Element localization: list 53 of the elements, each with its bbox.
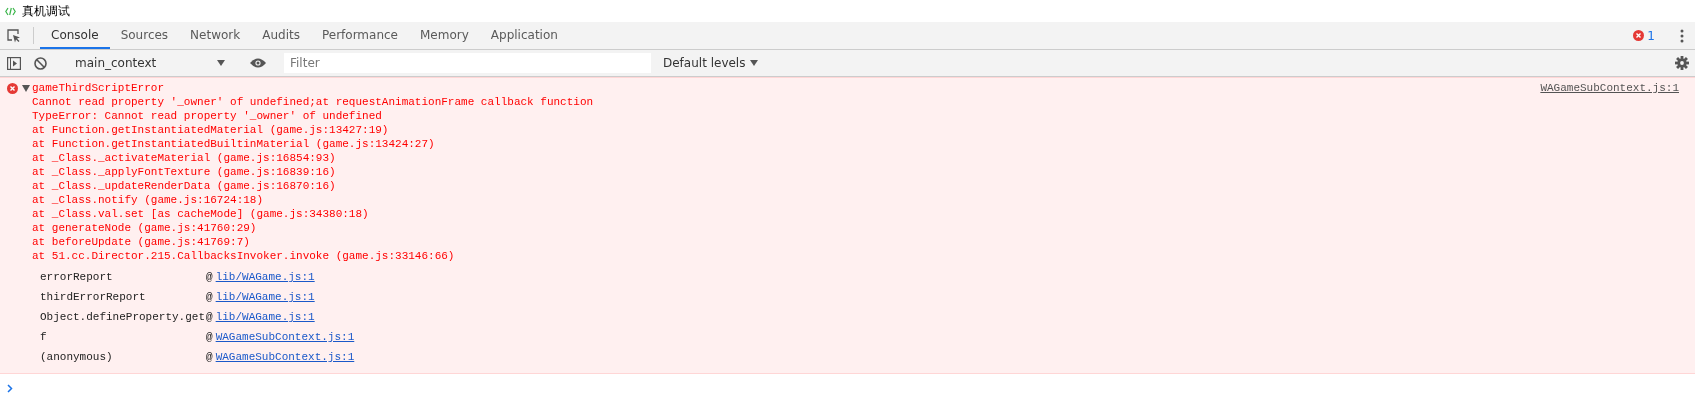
stack-function: (anonymous) <box>40 350 114 365</box>
at-sign: @ <box>205 330 214 345</box>
filter-field[interactable]: Filter <box>284 53 651 73</box>
caret-icon <box>750 60 759 66</box>
error-line: at beforeUpdate (game.js:41769:7) <box>31 235 251 249</box>
stack-function: thirdErrorReport <box>40 290 147 305</box>
stack-link[interactable]: WAGameSubContext.js:1 <box>215 347 355 367</box>
error-icon <box>7 83 18 94</box>
devtools-tab[interactable]: Audits <box>251 22 311 49</box>
sidebar-icon[interactable] <box>6 56 21 70</box>
devtools-tab[interactable]: Sources <box>109 22 180 49</box>
devtools-tab[interactable]: Memory <box>409 22 480 49</box>
error-line: at generateNode (game.js:41760:29) <box>31 221 258 235</box>
stack-link[interactable]: lib/WAGame.js:1 <box>215 287 315 307</box>
error-line: TypeError: Cannot read property '_owner' of undefined <box>31 109 383 123</box>
window-title: 真机调试 <box>22 2 70 20</box>
clear-icon[interactable] <box>34 56 47 70</box>
error-line: Cannot read property '_owner' of undefined;at requestAnimationFrame callback function <box>31 95 595 109</box>
collapse-triangle-icon[interactable] <box>22 84 30 92</box>
devtools-tab[interactable]: Application <box>479 22 569 49</box>
at-sign: @ <box>205 270 214 285</box>
stack-link[interactable]: lib/WAGame.js:1 <box>215 307 315 327</box>
error-line: at 51.cc.Director.215.CallbacksInvoker.invoke (game.js:33146:66) <box>31 249 456 263</box>
context-select[interactable]: main_context <box>67 56 231 70</box>
devtools-tab[interactable]: Network <box>179 22 252 49</box>
error-line: at _Class.notify (game.js:16724:18) <box>31 193 265 207</box>
stack-function: errorReport <box>40 270 114 285</box>
devtools-tab[interactable]: Performance <box>310 22 409 49</box>
error-icon <box>1633 30 1645 41</box>
code-icon <box>5 6 16 16</box>
stack-function: f <box>40 330 48 345</box>
more-icon[interactable] <box>1679 28 1684 43</box>
error-count[interactable]: 1 <box>1647 28 1655 43</box>
at-sign: @ <box>205 290 214 305</box>
error-line: at _Class._updateRenderData (game.js:16870:16) <box>31 179 337 193</box>
error-line: at Function.getInstantiatedBuiltinMaterial (game.js:13424:27) <box>31 137 436 151</box>
inspect-icon[interactable] <box>6 28 21 43</box>
stack-link[interactable]: WAGameSubContext.js:1 <box>215 327 355 347</box>
stack-link[interactable]: lib/WAGame.js:1 <box>215 267 315 287</box>
prompt-chevron-icon <box>7 384 13 393</box>
error-title: gameThirdScriptError <box>32 81 165 95</box>
eye-icon[interactable] <box>249 58 266 68</box>
source-link[interactable]: WAGameSubContext.js:1 <box>1540 81 1679 95</box>
levels-dropdown[interactable]: Default levels <box>663 56 759 70</box>
error-line: at Function.getInstantiatedMaterial (game.js:13427:19) <box>31 123 390 137</box>
caret-icon <box>217 60 225 66</box>
error-line: at _Class.val.set [as cacheMode] (game.js:34380:18) <box>31 207 370 221</box>
settings-icon[interactable] <box>1674 56 1689 70</box>
at-sign: @ <box>205 310 214 325</box>
error-line: at _Class._applyFontTexture (game.js:16839:16) <box>31 165 337 179</box>
at-sign: @ <box>205 350 214 365</box>
stack-function: Object.defineProperty.get <box>40 310 206 325</box>
error-line: at _Class._activateMaterial (game.js:16854:93) <box>31 151 337 165</box>
